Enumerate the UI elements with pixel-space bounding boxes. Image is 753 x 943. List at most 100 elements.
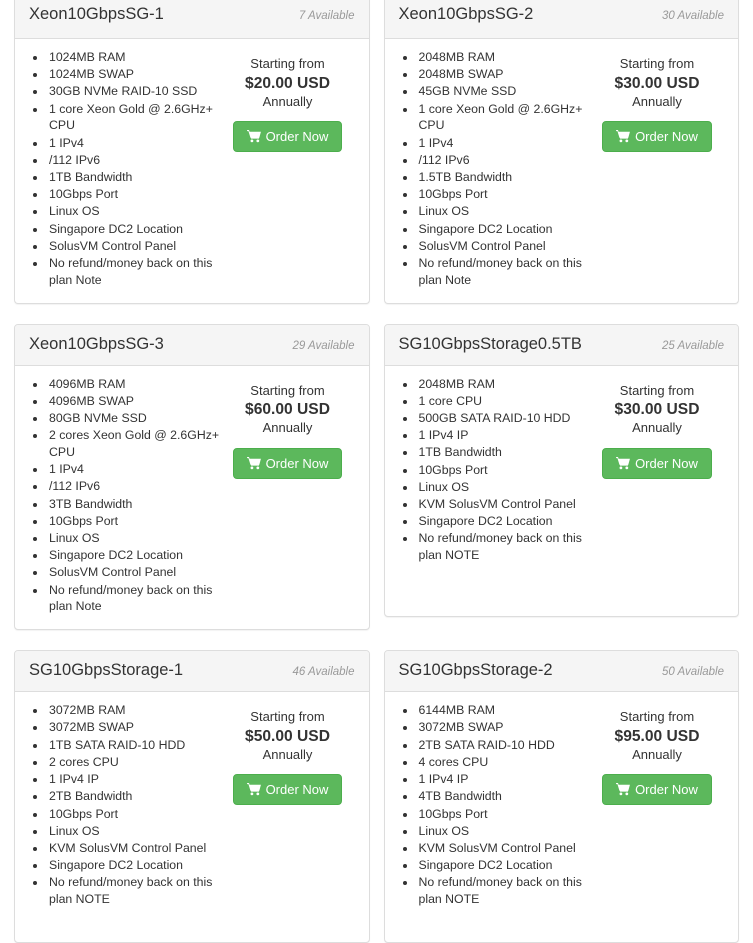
stock-availability-badge: 46 Available (292, 666, 355, 679)
product-title: Xeon10GbpsSG-1 (29, 5, 164, 23)
product-card-header: SG10GbpsStorage-1 46 Available (15, 651, 369, 693)
product-feature: 1 IPv4 IP (47, 771, 221, 788)
product-title: Xeon10GbpsSG-3 (29, 334, 164, 353)
product-card-SG10GbpsStorage-2: SG10GbpsStorage-2 50 Available 6144MB RA… (383, 650, 739, 943)
product-feature: 45GB NVMe SSD (417, 83, 591, 100)
stock-availability-badge: 29 Available (292, 339, 355, 352)
product-feature: 6144MB RAM (417, 702, 591, 719)
order-now-label: Order Now (265, 129, 329, 144)
price-prefix-label: Starting from (619, 56, 695, 71)
product-feature: 1024MB RAM (47, 49, 221, 66)
product-pricing-block: Starting from $95.00 USD Annually Order … (590, 702, 730, 928)
product-feature: 3072MB RAM (47, 702, 221, 719)
product-feature: Linux OS (417, 823, 591, 840)
product-column-6: SG10GbpsStorage-2 50 Available 6144MB RA… (377, 650, 747, 943)
order-now-button-Xeon10GbpsSG-1[interactable]: Order Now (232, 121, 343, 152)
order-now-button-SG10GbpsStorage-2[interactable]: Order Now (602, 774, 712, 806)
product-pricing-block: Starting from $30.00 USD Annually Order … (590, 376, 730, 602)
product-feature: Singapore DC2 Location (417, 221, 591, 238)
product-feature: 2 cores CPU (47, 754, 221, 771)
product-feature: 1 core Xeon Gold @ 2.6GHz+ CPU (47, 101, 221, 134)
product-feature: 10Gbps Port (47, 806, 221, 823)
billing-cycle-label: Annually (632, 746, 682, 762)
product-feature-list: 1024MB RAM1024MB SWAP30GB NVMe RAID-10 S… (23, 49, 221, 289)
product-card-header: Xeon10GbpsSG-1 7 Available (15, 0, 369, 39)
product-pricing-block: Starting from $60.00 USD Annually Order … (221, 376, 361, 616)
price-prefix-label: Starting from (619, 382, 695, 398)
order-now-label: Order Now (635, 455, 698, 471)
product-card-body: 1024MB RAM1024MB SWAP30GB NVMe RAID-10 S… (15, 39, 369, 303)
product-feature: 1TB SATA RAID-10 HDD (47, 737, 221, 754)
stock-availability-badge: 7 Available (298, 10, 355, 22)
product-feature: SolusVM Control Panel (47, 564, 221, 581)
product-feature: KVM SolusVM Control Panel (417, 840, 591, 857)
product-card-body: 3072MB RAM3072MB SWAP1TB SATA RAID-10 HD… (15, 692, 369, 942)
price-amount: $20.00 USD (245, 74, 330, 92)
product-feature: 10Gbps Port (47, 513, 221, 530)
order-now-label: Order Now (635, 782, 698, 798)
product-feature-list: 4096MB RAM4096MB SWAP80GB NVMe SSD2 core… (23, 376, 221, 616)
product-feature: 1 IPv4 (47, 461, 221, 478)
product-feature: Linux OS (47, 530, 221, 547)
shopping-cart-icon (246, 456, 261, 470)
billing-cycle-label: Annually (632, 93, 682, 109)
price-prefix-label: Starting from (250, 709, 325, 725)
product-feature: 3072MB SWAP (47, 719, 221, 736)
product-feature: 2048MB RAM (417, 376, 591, 393)
product-feature: KVM SolusVM Control Panel (47, 840, 221, 857)
product-feature: SolusVM Control Panel (417, 238, 591, 255)
shopping-cart-icon (616, 783, 630, 796)
order-now-label: Order Now (265, 782, 329, 798)
order-now-button-Xeon10GbpsSG-2[interactable]: Order Now (602, 121, 712, 152)
product-feature: SolusVM Control Panel (47, 238, 221, 255)
product-card-body: 6144MB RAM3072MB SWAP2TB SATA RAID-10 HD… (385, 692, 739, 942)
product-pricing-block: Starting from $50.00 USD Annually Order … (221, 702, 361, 928)
product-title: Xeon10GbpsSG-2 (398, 5, 534, 23)
product-feature: 4096MB RAM (47, 376, 221, 393)
product-card-header: SG10GbpsStorage-2 50 Available (384, 651, 738, 693)
product-feature: Singapore DC2 Location (47, 547, 221, 564)
product-card-header: SG10GbpsStorage0.5TB 25 Available (384, 324, 738, 366)
product-column-4: SG10GbpsStorage0.5TB 25 Available 2048MB… (377, 323, 747, 631)
product-feature-list: 2048MB RAM1 core CPU500GB SATA RAID-10 H… (393, 376, 591, 602)
product-feature: No refund/money back on this plan Note (417, 255, 591, 288)
price-prefix-label: Starting from (250, 56, 325, 71)
product-feature: 2TB SATA RAID-10 HDD (417, 737, 591, 754)
order-now-button-Xeon10GbpsSG-3[interactable]: Order Now (232, 447, 343, 479)
price-amount: $30.00 USD (614, 74, 700, 92)
product-title: SG10GbpsStorage-2 (398, 661, 553, 680)
billing-cycle-label: Annually (632, 420, 682, 436)
product-feature: No refund/money back on this plan NOTE (417, 874, 591, 907)
product-column-1: Xeon10GbpsSG-1 7 Available 1024MB RAM102… (7, 0, 377, 304)
product-pricing-block: Starting from $30.00 USD Annually Order … (590, 49, 730, 289)
product-card-SG10GbpsStorage-1: SG10GbpsStorage-1 46 Available 3072MB RA… (14, 650, 370, 943)
product-feature: Linux OS (417, 479, 591, 496)
product-feature-list: 6144MB RAM3072MB SWAP2TB SATA RAID-10 HD… (393, 702, 591, 928)
product-feature: Singapore DC2 Location (47, 221, 221, 238)
product-feature: No refund/money back on this plan NOTE (47, 874, 221, 907)
product-feature: 1 IPv4 IP (417, 771, 591, 788)
product-feature: 1 core CPU (417, 393, 591, 410)
stock-availability-badge: 25 Available (661, 339, 724, 352)
price-amount: $50.00 USD (245, 727, 330, 745)
product-feature: 4 cores CPU (417, 754, 591, 771)
shopping-cart-icon (246, 783, 261, 796)
product-card-Xeon10GbpsSG-1: Xeon10GbpsSG-1 7 Available 1024MB RAM102… (14, 0, 370, 304)
product-feature: 500GB SATA RAID-10 HDD (417, 410, 591, 427)
price-prefix-label: Starting from (619, 709, 695, 725)
product-feature: KVM SolusVM Control Panel (417, 496, 591, 513)
billing-cycle-label: Annually (262, 746, 313, 762)
product-feature: 1 IPv4 (47, 135, 221, 152)
product-feature: 3TB Bandwidth (47, 496, 221, 513)
product-title: SG10GbpsStorage0.5TB (398, 334, 582, 353)
stock-availability-badge: 50 Available (661, 666, 724, 679)
product-feature-list: 3072MB RAM3072MB SWAP1TB SATA RAID-10 HD… (23, 702, 221, 928)
billing-cycle-label: Annually (262, 93, 313, 109)
order-now-button-SG10GbpsStorage0.5TB[interactable]: Order Now (602, 447, 712, 479)
product-feature: 80GB NVMe SSD (47, 410, 221, 427)
product-feature: /112 IPv6 (47, 478, 221, 495)
product-feature: 10Gbps Port (417, 186, 591, 203)
product-feature: 2048MB SWAP (417, 66, 591, 83)
stock-availability-badge: 30 Available (661, 10, 724, 22)
order-now-button-SG10GbpsStorage-1[interactable]: Order Now (232, 774, 343, 806)
